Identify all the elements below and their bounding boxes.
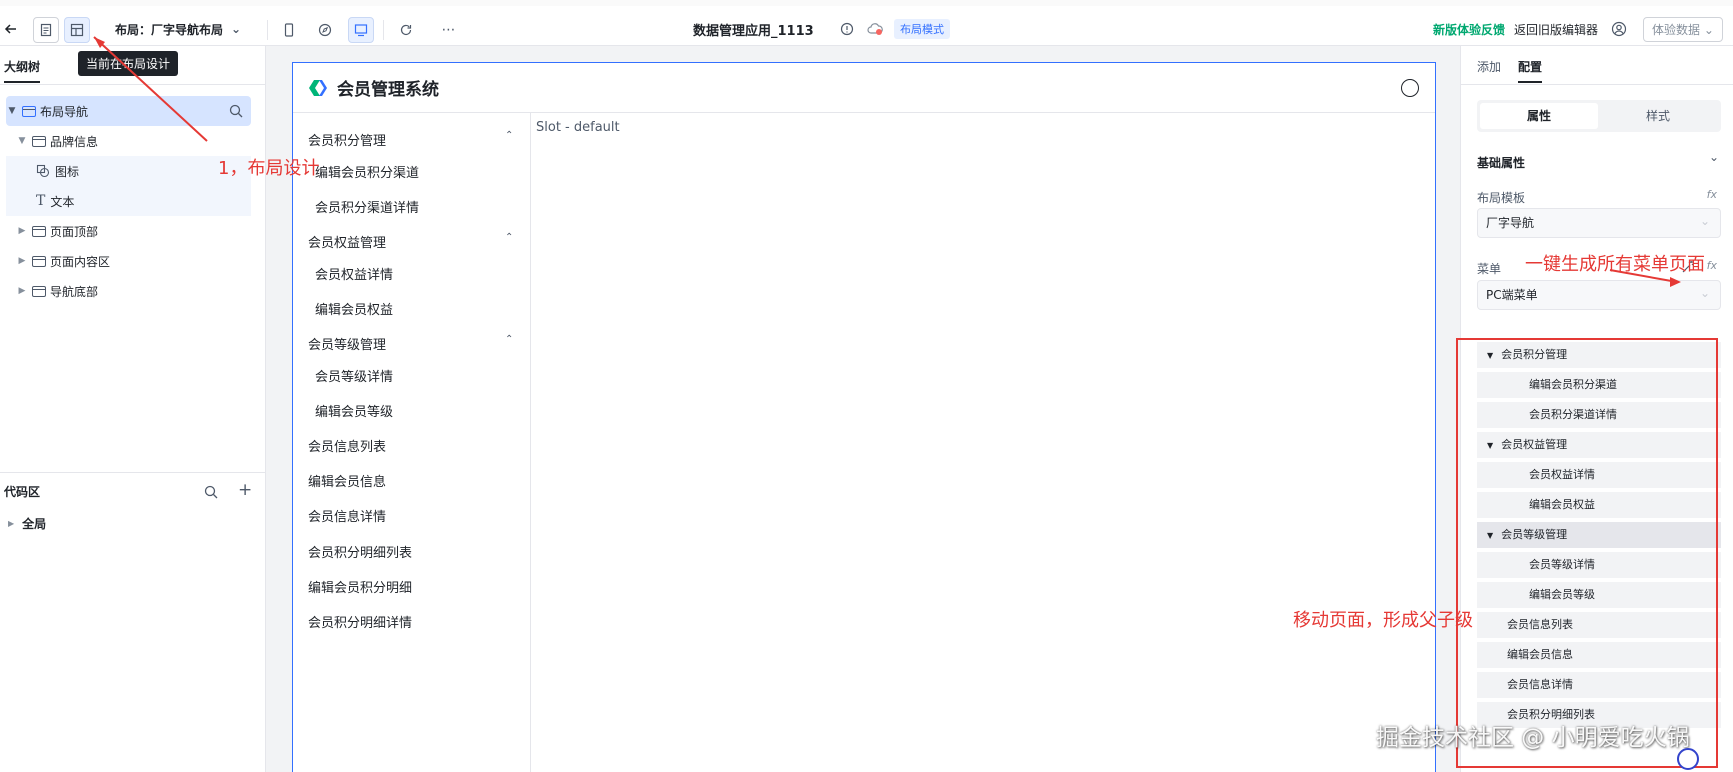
arrow-to-layout-button xyxy=(93,36,208,142)
annotation-generate: 一键生成所有菜单页面 xyxy=(1525,254,1705,275)
arrowhead xyxy=(1670,277,1681,287)
annotation-step1: 1，布局设计 xyxy=(218,158,320,179)
watermark: 掘金技术社区 @ 小明爱吃火锅 xyxy=(1376,725,1690,751)
annotation-highlight-box xyxy=(1456,338,1718,768)
annotation-move: 移动页面，形成父子级 xyxy=(1293,610,1473,631)
assistant-float-icon[interactable] xyxy=(1677,748,1699,770)
